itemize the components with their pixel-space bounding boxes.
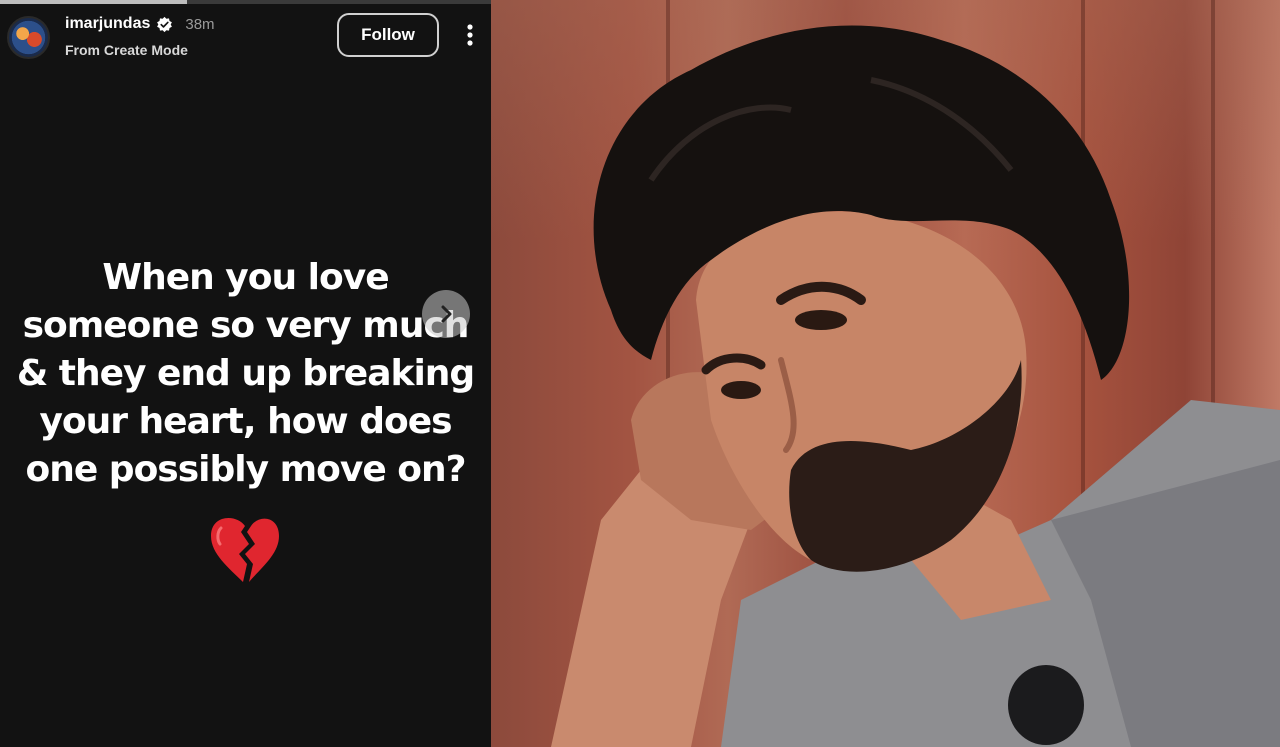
avatar[interactable] — [7, 16, 50, 59]
story-subtitle[interactable]: From Create Mode — [65, 42, 188, 58]
chevron-right-icon — [441, 305, 452, 323]
follow-button[interactable]: Follow — [337, 13, 439, 57]
story-text-line: When you love — [102, 257, 389, 298]
story-header: imarjundas 38m From Create Mode Follow — [0, 6, 491, 64]
broken-heart-icon — [211, 517, 279, 582]
username[interactable]: imarjundas — [65, 15, 150, 33]
next-story-button[interactable] — [422, 290, 470, 338]
portrait-photo — [491, 0, 1280, 747]
story-progress-fill — [0, 0, 187, 4]
story-text-line: one possibly move on? — [25, 449, 466, 490]
story-panel: imarjundas 38m From Create Mode Follow W… — [0, 0, 491, 747]
story-text-line: someone so very much — [22, 305, 470, 346]
story-text-line: your heart, how does — [39, 401, 452, 442]
time-ago: 38m — [185, 15, 215, 33]
man-portrait-illustration — [551, 25, 1280, 747]
more-options-icon[interactable] — [458, 22, 482, 48]
verified-badge-icon — [157, 16, 173, 32]
story-progress-bar — [0, 0, 491, 4]
username-row: imarjundas 38m — [65, 15, 215, 33]
story-screenshot: imarjundas 38m From Create Mode Follow W… — [0, 0, 1280, 747]
story-text: When you love someone so very much & the… — [0, 254, 491, 494]
story-text-line: & they end up breaking — [16, 353, 475, 394]
